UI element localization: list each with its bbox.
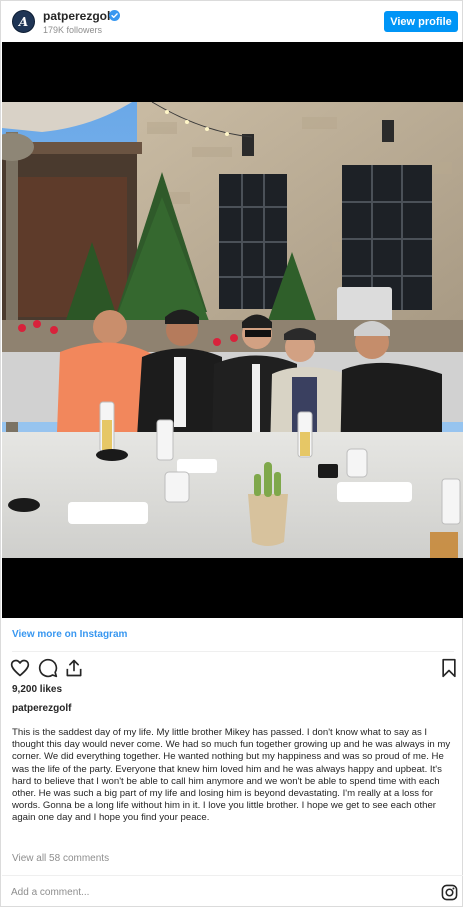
account-logo-icon: A	[18, 14, 29, 29]
group-photo-image	[2, 102, 463, 558]
comment-input[interactable]	[11, 883, 411, 901]
view-all-comments-link[interactable]: View all 58 comments	[12, 853, 109, 864]
view-more-link[interactable]: View more on Instagram	[12, 629, 127, 640]
caption-username[interactable]: patperezgolf	[12, 703, 71, 714]
verified-badge-icon	[109, 10, 120, 21]
follower-count: 179K followers	[43, 25, 103, 35]
post-media[interactable]	[2, 42, 463, 618]
comment-icon[interactable]	[38, 658, 58, 678]
instagram-logo-icon[interactable]	[441, 884, 458, 901]
divider	[12, 651, 454, 652]
avatar[interactable]: A	[12, 10, 35, 33]
view-profile-button[interactable]: View profile	[384, 11, 458, 32]
post-header: A patperezgolf 179K followers View profi…	[1, 1, 462, 42]
post-caption: This is the saddest day of my life. My l…	[12, 727, 451, 824]
username[interactable]: patperezgolf	[43, 9, 114, 23]
instagram-embed: A patperezgolf 179K followers View profi…	[0, 0, 463, 907]
heart-icon[interactable]	[10, 658, 30, 678]
share-icon[interactable]	[64, 658, 84, 678]
like-count[interactable]: 9,200 likes	[12, 684, 62, 695]
comment-bar	[2, 875, 463, 907]
bookmark-icon[interactable]	[439, 658, 459, 678]
